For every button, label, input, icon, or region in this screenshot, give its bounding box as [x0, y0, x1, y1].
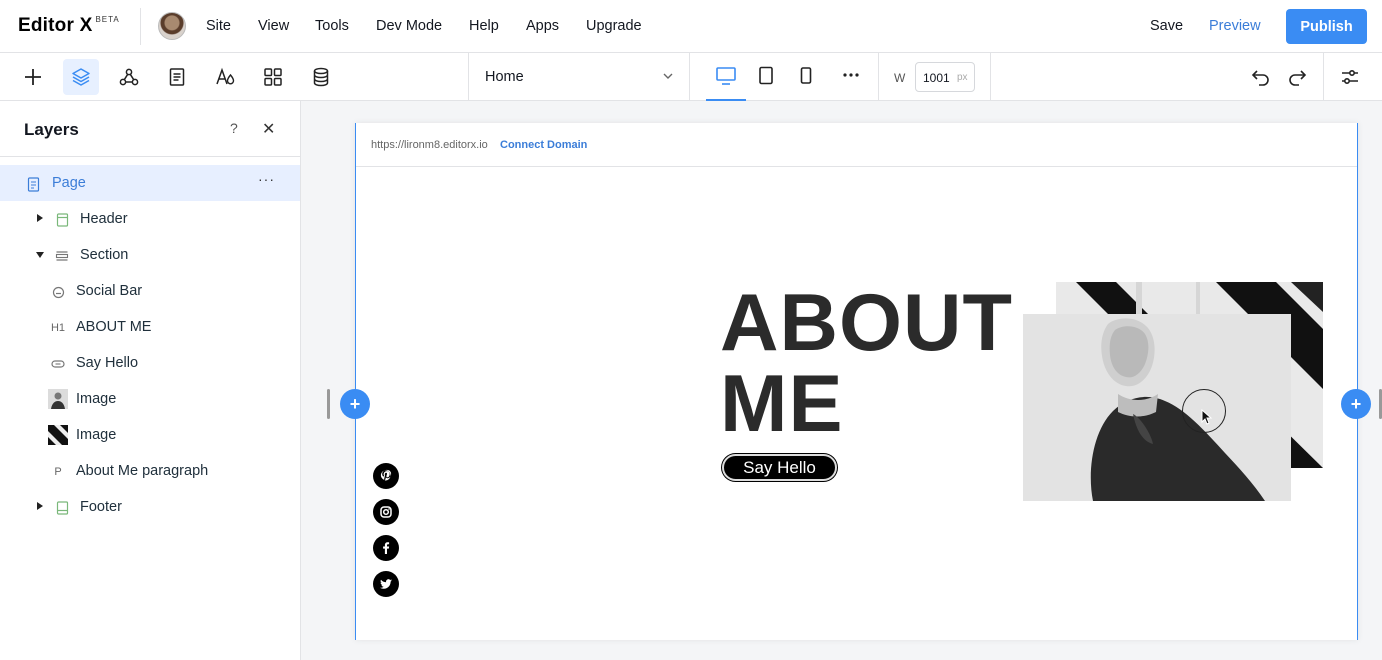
layer-label: About Me paragraph	[76, 463, 209, 479]
help-icon[interactable]: ?	[230, 120, 238, 136]
page-icon	[24, 175, 42, 193]
layer-about-me-heading[interactable]: H1 ABOUT ME	[0, 309, 300, 345]
divider	[468, 53, 469, 100]
layer-label: Say Hello	[76, 355, 139, 371]
layer-about-paragraph[interactable]: P About Me paragraph	[0, 453, 300, 489]
top-bar: Editor X BETA Site View Tools Dev Mode He…	[0, 0, 1382, 53]
editor-logo[interactable]: Editor X BETA	[18, 15, 120, 37]
layer-label: Header	[80, 211, 128, 227]
image-thumb-stripes	[48, 425, 68, 445]
layer-label: Social Bar	[76, 283, 143, 299]
facebook-icon[interactable]	[373, 535, 399, 561]
divider	[990, 53, 991, 100]
apps-grid-icon[interactable]	[255, 59, 291, 95]
layer-section[interactable]: Section	[0, 237, 300, 273]
desktop-icon[interactable]	[706, 63, 746, 101]
section-icon	[53, 247, 71, 265]
width-value[interactable]: 1001	[923, 71, 950, 85]
layer-label: Image	[76, 391, 117, 407]
layer-image[interactable]: Image	[0, 417, 300, 453]
twitter-icon[interactable]	[373, 571, 399, 597]
chevron-down-icon[interactable]	[662, 71, 674, 81]
connect-icon[interactable]	[111, 59, 147, 95]
connect-domain-link[interactable]: Connect Domain	[500, 139, 587, 151]
divider	[689, 53, 690, 100]
divider	[878, 53, 879, 100]
logo-text: Editor X	[18, 15, 93, 36]
mobile-icon[interactable]	[786, 63, 826, 101]
layer-label: Image	[76, 427, 117, 443]
layer-social-bar[interactable]: Social Bar	[0, 273, 300, 309]
layers-panel: Layers ? ✕ Page ··· Header Section Socia…	[0, 101, 301, 660]
button-icon	[49, 355, 67, 373]
menu-dev-mode[interactable]: Dev Mode	[376, 18, 442, 34]
undo-icon[interactable]	[1243, 59, 1279, 95]
h1-icon: H1	[50, 322, 66, 334]
layer-footer[interactable]: Footer	[0, 489, 300, 525]
layer-label: ABOUT ME	[76, 319, 152, 335]
add-section-right-button[interactable]: +	[1341, 389, 1371, 419]
header-icon	[53, 211, 71, 229]
site-url: https://lironm8.editorx.io	[371, 139, 488, 151]
pages-icon[interactable]	[159, 59, 195, 95]
mouse-cursor-icon	[1201, 409, 1213, 425]
image-thumb-portrait	[48, 389, 68, 409]
more-options-icon[interactable]: ···	[258, 171, 275, 187]
divider	[140, 8, 141, 45]
layers-icon[interactable]	[63, 59, 99, 95]
layer-image[interactable]: Image	[0, 381, 300, 417]
divider	[0, 156, 300, 157]
about-me-heading-line1[interactable]: ABOUT	[720, 283, 1013, 364]
save-button[interactable]: Save	[1150, 18, 1183, 34]
layer-say-hello[interactable]: Say Hello	[0, 345, 300, 381]
menu-upgrade[interactable]: Upgrade	[586, 18, 642, 34]
menu-site[interactable]: Site	[206, 18, 231, 34]
paragraph-icon: P	[54, 466, 62, 478]
footer-icon	[53, 499, 71, 517]
resize-handle-left[interactable]	[327, 389, 330, 419]
collapse-arrow-icon[interactable]	[36, 252, 44, 258]
settings-sliders-icon[interactable]	[1332, 59, 1368, 95]
menu-view[interactable]: View	[258, 18, 289, 34]
menu-apps[interactable]: Apps	[526, 18, 559, 34]
expand-arrow-icon[interactable]	[37, 502, 43, 510]
menu-tools[interactable]: Tools	[315, 18, 349, 34]
preview-button[interactable]: Preview	[1209, 18, 1261, 34]
expand-arrow-icon[interactable]	[37, 214, 43, 222]
tablet-icon[interactable]	[746, 63, 786, 101]
page-select[interactable]: Home	[485, 69, 524, 85]
layer-header[interactable]: Header	[0, 201, 300, 237]
pinterest-icon[interactable]	[373, 463, 399, 489]
redo-icon[interactable]	[1279, 59, 1315, 95]
beta-badge: BETA	[95, 15, 120, 24]
instagram-icon[interactable]	[373, 499, 399, 525]
more-icon[interactable]	[831, 63, 871, 101]
toolbar: Home W	[0, 53, 1382, 101]
divider	[1323, 53, 1324, 100]
publish-button[interactable]: Publish	[1286, 9, 1367, 44]
say-hello-button[interactable]: Say Hello	[722, 454, 837, 481]
database-icon[interactable]	[303, 59, 339, 95]
width-label: W	[894, 71, 906, 85]
close-icon[interactable]: ✕	[262, 119, 275, 139]
add-section-left-button[interactable]: +	[340, 389, 370, 419]
portrait-image[interactable]	[1023, 314, 1291, 501]
menu-help[interactable]: Help	[469, 18, 499, 34]
layers-title: Layers	[24, 120, 79, 139]
layer-page[interactable]: Page ···	[0, 165, 300, 201]
social-bar-icon	[49, 283, 67, 301]
layer-label: Footer	[80, 499, 122, 515]
avatar[interactable]	[158, 12, 186, 40]
add-icon[interactable]	[15, 59, 51, 95]
width-unit: px	[957, 72, 968, 83]
layer-label: Page	[52, 175, 86, 191]
design-icon[interactable]	[207, 59, 243, 95]
layer-label: Section	[80, 247, 129, 263]
about-me-heading-line2[interactable]: ME	[720, 364, 844, 445]
